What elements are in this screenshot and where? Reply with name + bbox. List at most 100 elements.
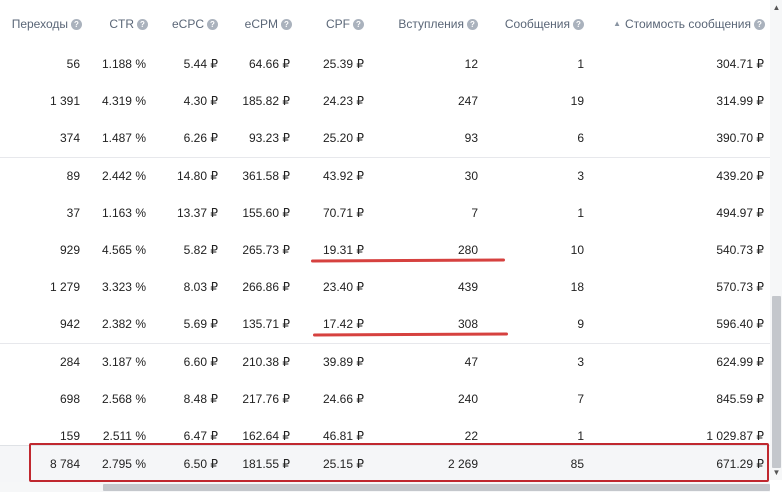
cell-clicks: 698 — [59, 392, 80, 406]
cell-ecpc: 6.26 ₽ — [183, 131, 218, 145]
cell-cpf: 24.23 ₽ — [323, 94, 364, 108]
cell-messages: 10 — [570, 243, 584, 257]
cell-ecpc: 13.37 ₽ — [177, 206, 218, 220]
table-row[interactable]: 1 279 3.323 % 8.03 ₽ 266.86 ₽ 23.40 ₽ 439 18 57… — [0, 269, 770, 307]
cell-message-cost: 439.20 ₽ — [716, 169, 764, 183]
table-row[interactable]: 37 1.163 % 13.37 ₽ 155.60 ₽ 70.71 ₽ 7 1 494.97 … — [0, 195, 770, 233]
total-ecpc: 6.50 ₽ — [183, 457, 218, 471]
vertical-scrollbar-thumb[interactable] — [772, 296, 781, 468]
cell-ecpm: 93.23 ₽ — [249, 131, 290, 145]
cell-ecpm: 155.60 ₽ — [242, 206, 290, 220]
cell-joins: 47 — [464, 355, 478, 369]
cell-messages: 3 — [577, 355, 584, 369]
cell-messages: 6 — [577, 131, 584, 145]
cell-ecpm: 266.86 ₽ — [242, 280, 290, 294]
table-header: Переходы? CTR? eCPC? eCPM? CPF? Вступлен… — [0, 0, 770, 47]
help-icon[interactable]: ? — [467, 19, 478, 30]
cell-ecpc: 14.80 ₽ — [177, 169, 218, 183]
cell-clicks: 89 — [66, 169, 80, 183]
sort-asc-icon[interactable]: ▲ — [613, 19, 621, 28]
table-row[interactable]: 942 2.382 % 5.69 ₽ 135.71 ₽ 17.42 ₽ 308 9 596.4… — [0, 306, 770, 344]
help-icon[interactable]: ? — [281, 19, 292, 30]
cell-ctr: 4.565 % — [101, 243, 146, 257]
cell-clicks: 1 391 — [49, 94, 80, 108]
total-ctr: 2.795 % — [101, 457, 146, 471]
help-icon[interactable]: ? — [353, 19, 364, 30]
cell-messages: 1 — [577, 57, 584, 71]
cell-ecpc: 6.60 ₽ — [183, 355, 218, 369]
col-header-message-cost[interactable]: ▲ Стоимость сообщения? — [584, 0, 765, 46]
cell-message-cost: 494.97 ₽ — [716, 206, 764, 220]
total-cpf: 25.15 ₽ — [323, 457, 364, 471]
cell-cpf: 24.66 ₽ — [323, 392, 364, 406]
horizontal-scrollbar-thumb[interactable] — [103, 484, 770, 491]
cell-ecpc: 5.44 ₽ — [183, 57, 218, 71]
cell-ecpc: 4.30 ₽ — [183, 94, 218, 108]
cell-clicks: 374 — [59, 131, 80, 145]
cell-cpf: 19.31 ₽ — [323, 243, 364, 257]
cell-cpf: 25.39 ₽ — [323, 57, 364, 71]
help-icon[interactable]: ? — [573, 19, 584, 30]
cell-messages: 19 — [570, 94, 584, 108]
total-clicks: 8 784 — [49, 457, 80, 471]
cell-joins: 30 — [464, 169, 478, 183]
table-row[interactable]: 1 391 4.319 % 4.30 ₽ 185.82 ₽ 24.23 ₽ 247 19 31… — [0, 83, 770, 121]
col-header-messages[interactable]: Сообщения? — [478, 0, 584, 46]
cell-joins: 12 — [464, 57, 478, 71]
table-row[interactable]: 284 3.187 % 6.60 ₽ 210.38 ₽ 39.89 ₽ 47 3 624.99… — [0, 344, 770, 382]
total-joins: 2 269 — [447, 457, 478, 471]
col-header-joins[interactable]: Вступления? — [364, 0, 478, 46]
cell-cpf: 17.42 ₽ — [323, 317, 364, 331]
cell-joins: 240 — [457, 392, 478, 406]
cell-message-cost: 845.59 ₽ — [716, 392, 764, 406]
cell-cpf: 23.40 ₽ — [323, 280, 364, 294]
help-icon[interactable]: ? — [137, 19, 148, 30]
cell-clicks: 1 279 — [49, 280, 80, 294]
cell-ecpm: 135.71 ₽ — [242, 317, 290, 331]
col-header-cpf[interactable]: CPF? — [292, 0, 364, 46]
cell-message-cost: 314.99 ₽ — [716, 94, 764, 108]
table-row[interactable]: 56 1.188 % 5.44 ₽ 64.66 ₽ 25.39 ₽ 12 1 304.71 ₽ — [0, 46, 770, 84]
total-ecpm: 181.55 ₽ — [242, 457, 290, 471]
cell-message-cost: 390.70 ₽ — [716, 131, 764, 145]
cell-ctr: 2.442 % — [101, 169, 146, 183]
cell-messages: 9 — [577, 317, 584, 331]
cell-clicks: 56 — [66, 57, 80, 71]
cell-ctr: 1.487 % — [101, 131, 146, 145]
cell-joins: 439 — [457, 280, 478, 294]
help-icon[interactable]: ? — [754, 19, 765, 30]
cell-joins: 7 — [471, 206, 478, 220]
scroll-up-icon[interactable]: ▲ — [772, 3, 781, 13]
cell-message-cost: 570.73 ₽ — [716, 280, 764, 294]
scroll-down-icon[interactable]: ▼ — [772, 468, 781, 478]
help-icon[interactable]: ? — [71, 19, 82, 30]
cell-joins: 280 — [457, 243, 478, 257]
col-header-ctr[interactable]: CTR? — [82, 0, 148, 46]
cell-ctr: 2.382 % — [101, 317, 146, 331]
cell-clicks: 929 — [59, 243, 80, 257]
cell-ecpm: 64.66 ₽ — [249, 57, 290, 71]
table-row[interactable]: 698 2.568 % 8.48 ₽ 217.76 ₽ 24.66 ₽ 240 7 845.5… — [0, 381, 770, 419]
cell-clicks: 942 — [59, 317, 80, 331]
cell-ctr: 3.323 % — [101, 280, 146, 294]
table-row[interactable]: 929 4.565 % 5.82 ₽ 265.73 ₽ 19.31 ₽ 280 10 540.… — [0, 232, 770, 270]
cell-ecpm: 210.38 ₽ — [242, 355, 290, 369]
cell-messages: 1 — [577, 206, 584, 220]
cell-ecpm: 265.73 ₽ — [242, 243, 290, 257]
cell-ctr: 4.319 % — [101, 94, 146, 108]
table-row[interactable]: 89 2.442 % 14.80 ₽ 361.58 ₽ 43.92 ₽ 30 3 439.20… — [0, 158, 770, 196]
table-row[interactable]: 374 1.487 % 6.26 ₽ 93.23 ₽ 25.20 ₽ 93 6 390.70 … — [0, 120, 770, 158]
cell-message-cost: 624.99 ₽ — [716, 355, 764, 369]
cell-ecpm: 217.76 ₽ — [242, 392, 290, 406]
cell-clicks: 284 — [59, 355, 80, 369]
cell-ecpc: 5.69 ₽ — [183, 317, 218, 331]
totals-row: 8 784 2.795 % 6.50 ₽ 181.55 ₽ 25.15 ₽ 2 … — [0, 445, 770, 483]
cell-ctr: 1.163 % — [101, 206, 146, 220]
help-icon[interactable]: ? — [207, 19, 218, 30]
cell-ecpc: 8.48 ₽ — [183, 392, 218, 406]
cell-joins: 308 — [457, 317, 478, 331]
col-header-ecpm[interactable]: eCPM? — [218, 0, 292, 46]
col-header-clicks[interactable]: Переходы? — [0, 0, 82, 46]
cell-ecpm: 185.82 ₽ — [242, 94, 290, 108]
col-header-ecpc[interactable]: eCPC? — [148, 0, 218, 46]
